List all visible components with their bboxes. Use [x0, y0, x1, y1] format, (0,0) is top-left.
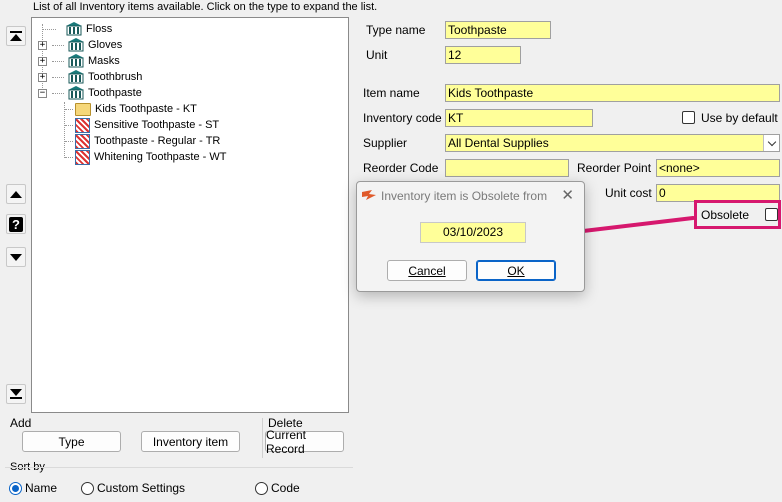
delete-current-record-button[interactable]: Current Record: [265, 428, 344, 456]
unit-cost-label: Unit cost: [605, 186, 652, 200]
move-last-icon: [10, 389, 22, 399]
category-icon: [68, 70, 84, 84]
add-type-button[interactable]: Type: [22, 431, 121, 452]
move-first-button[interactable]: [6, 26, 26, 46]
unit-field[interactable]: 12: [445, 46, 521, 64]
move-first-icon: [10, 31, 22, 41]
category-icon: [68, 86, 84, 100]
tree-item-label: Gloves: [88, 39, 123, 51]
category-icon: [68, 54, 84, 68]
chevron-down-icon[interactable]: [763, 135, 779, 151]
obsolete-highlight-box: [694, 200, 781, 229]
inventory-item-icon: [75, 117, 90, 133]
type-name-field[interactable]: Toothpaste: [445, 21, 551, 39]
item-name-label: Item name: [363, 86, 420, 100]
tree-item-gloves[interactable]: + Gloves: [38, 37, 122, 53]
obsolete-date-dialog: Inventory item is Obsolete from ✕ 03/10/…: [356, 181, 585, 292]
sort-by-name-radio[interactable]: Name: [9, 481, 57, 495]
add-group-label: Add: [10, 416, 32, 430]
close-icon[interactable]: ✕: [561, 186, 574, 204]
expand-icon[interactable]: +: [38, 56, 47, 66]
unit-label: Unit: [366, 48, 388, 62]
type-name-label: Type name: [366, 23, 426, 37]
tree-item-label: Floss: [86, 23, 113, 35]
radio-selected-icon: [9, 481, 22, 495]
move-down-icon: [10, 253, 22, 261]
obsolete-date-field[interactable]: 03/10/2023: [420, 222, 526, 243]
expand-icon[interactable]: +: [38, 40, 47, 50]
tree-child-whitening-toothpaste[interactable]: Whitening Toothpaste - WT: [65, 149, 226, 165]
inventory-item-icon: [75, 133, 90, 149]
move-up-button[interactable]: [6, 184, 26, 204]
category-icon: [66, 22, 82, 36]
reorder-code-label: Reorder Code: [363, 161, 439, 175]
supplier-label: Supplier: [363, 136, 408, 150]
tree-item-label: Kids Toothpaste - KT: [95, 103, 197, 115]
inventory-code-label: Inventory code: [363, 111, 442, 125]
tree-item-toothbrush[interactable]: + Toothbrush: [38, 69, 142, 85]
supplier-dropdown[interactable]: All Dental Supplies: [445, 134, 780, 152]
instruction-text: List of all Inventory items available. C…: [33, 1, 378, 13]
sort-by-code-radio[interactable]: Code: [255, 481, 300, 495]
tree-item-masks[interactable]: + Masks: [38, 53, 120, 69]
radio-label: Code: [271, 481, 300, 495]
supplier-value: All Dental Supplies: [448, 136, 549, 150]
radio-icon: [255, 481, 268, 495]
tree-item-label: Sensitive Toothpaste - ST: [94, 119, 220, 131]
sort-by-custom-radio[interactable]: Custom Settings: [81, 481, 185, 495]
dialog-title: Inventory item is Obsolete from: [381, 189, 548, 203]
tree-item-floss[interactable]: Floss: [36, 21, 112, 37]
help-button[interactable]: ?: [6, 214, 26, 234]
tree-child-kids-toothpaste[interactable]: Kids Toothpaste - KT: [65, 101, 197, 117]
app-icon: [362, 190, 376, 200]
radio-icon: [81, 481, 94, 495]
move-last-button[interactable]: [6, 384, 26, 404]
tree-item-label: Masks: [88, 55, 120, 67]
use-by-default-checkbox[interactable]: [682, 111, 695, 124]
help-icon: ?: [9, 216, 23, 232]
item-name-field[interactable]: Kids Toothpaste: [445, 84, 780, 102]
radio-label: Custom Settings: [97, 481, 186, 495]
cancel-button[interactable]: Cancel: [387, 260, 467, 281]
cancel-label: Cancel: [408, 263, 446, 278]
use-by-default-label: Use by default: [701, 111, 778, 125]
ok-label: OK: [507, 263, 525, 278]
collapse-icon[interactable]: −: [38, 88, 47, 98]
tree-item-label: Toothbrush: [88, 71, 143, 83]
move-up-icon: [10, 190, 22, 198]
tree-item-label: Toothpaste - Regular - TR: [94, 135, 221, 147]
reorder-code-field[interactable]: [445, 159, 569, 177]
category-icon: [68, 38, 84, 52]
radio-label: Name: [25, 481, 58, 495]
reorder-point-label: Reorder Point: [577, 161, 652, 175]
expand-icon[interactable]: +: [38, 72, 47, 82]
reorder-point-field[interactable]: <none>: [656, 159, 780, 177]
move-down-button[interactable]: [6, 247, 26, 267]
folder-open-icon: [75, 102, 91, 116]
tree-child-sensitive-toothpaste[interactable]: Sensitive Toothpaste - ST: [65, 117, 219, 133]
inventory-code-field[interactable]: KT: [445, 109, 593, 127]
ok-button[interactable]: OK: [476, 260, 556, 281]
add-inventory-item-button[interactable]: Inventory item: [141, 431, 240, 452]
inventory-tree[interactable]: Floss + Gloves + Masks + Toothbrush − To…: [31, 17, 349, 413]
tree-child-regular-toothpaste[interactable]: Toothpaste - Regular - TR: [65, 133, 220, 149]
tree-item-label: Toothpaste: [88, 87, 142, 99]
tree-item-toothpaste[interactable]: − Toothpaste: [38, 85, 142, 101]
tree-item-label: Whitening Toothpaste - WT: [94, 151, 227, 163]
inventory-item-icon: [75, 149, 90, 165]
